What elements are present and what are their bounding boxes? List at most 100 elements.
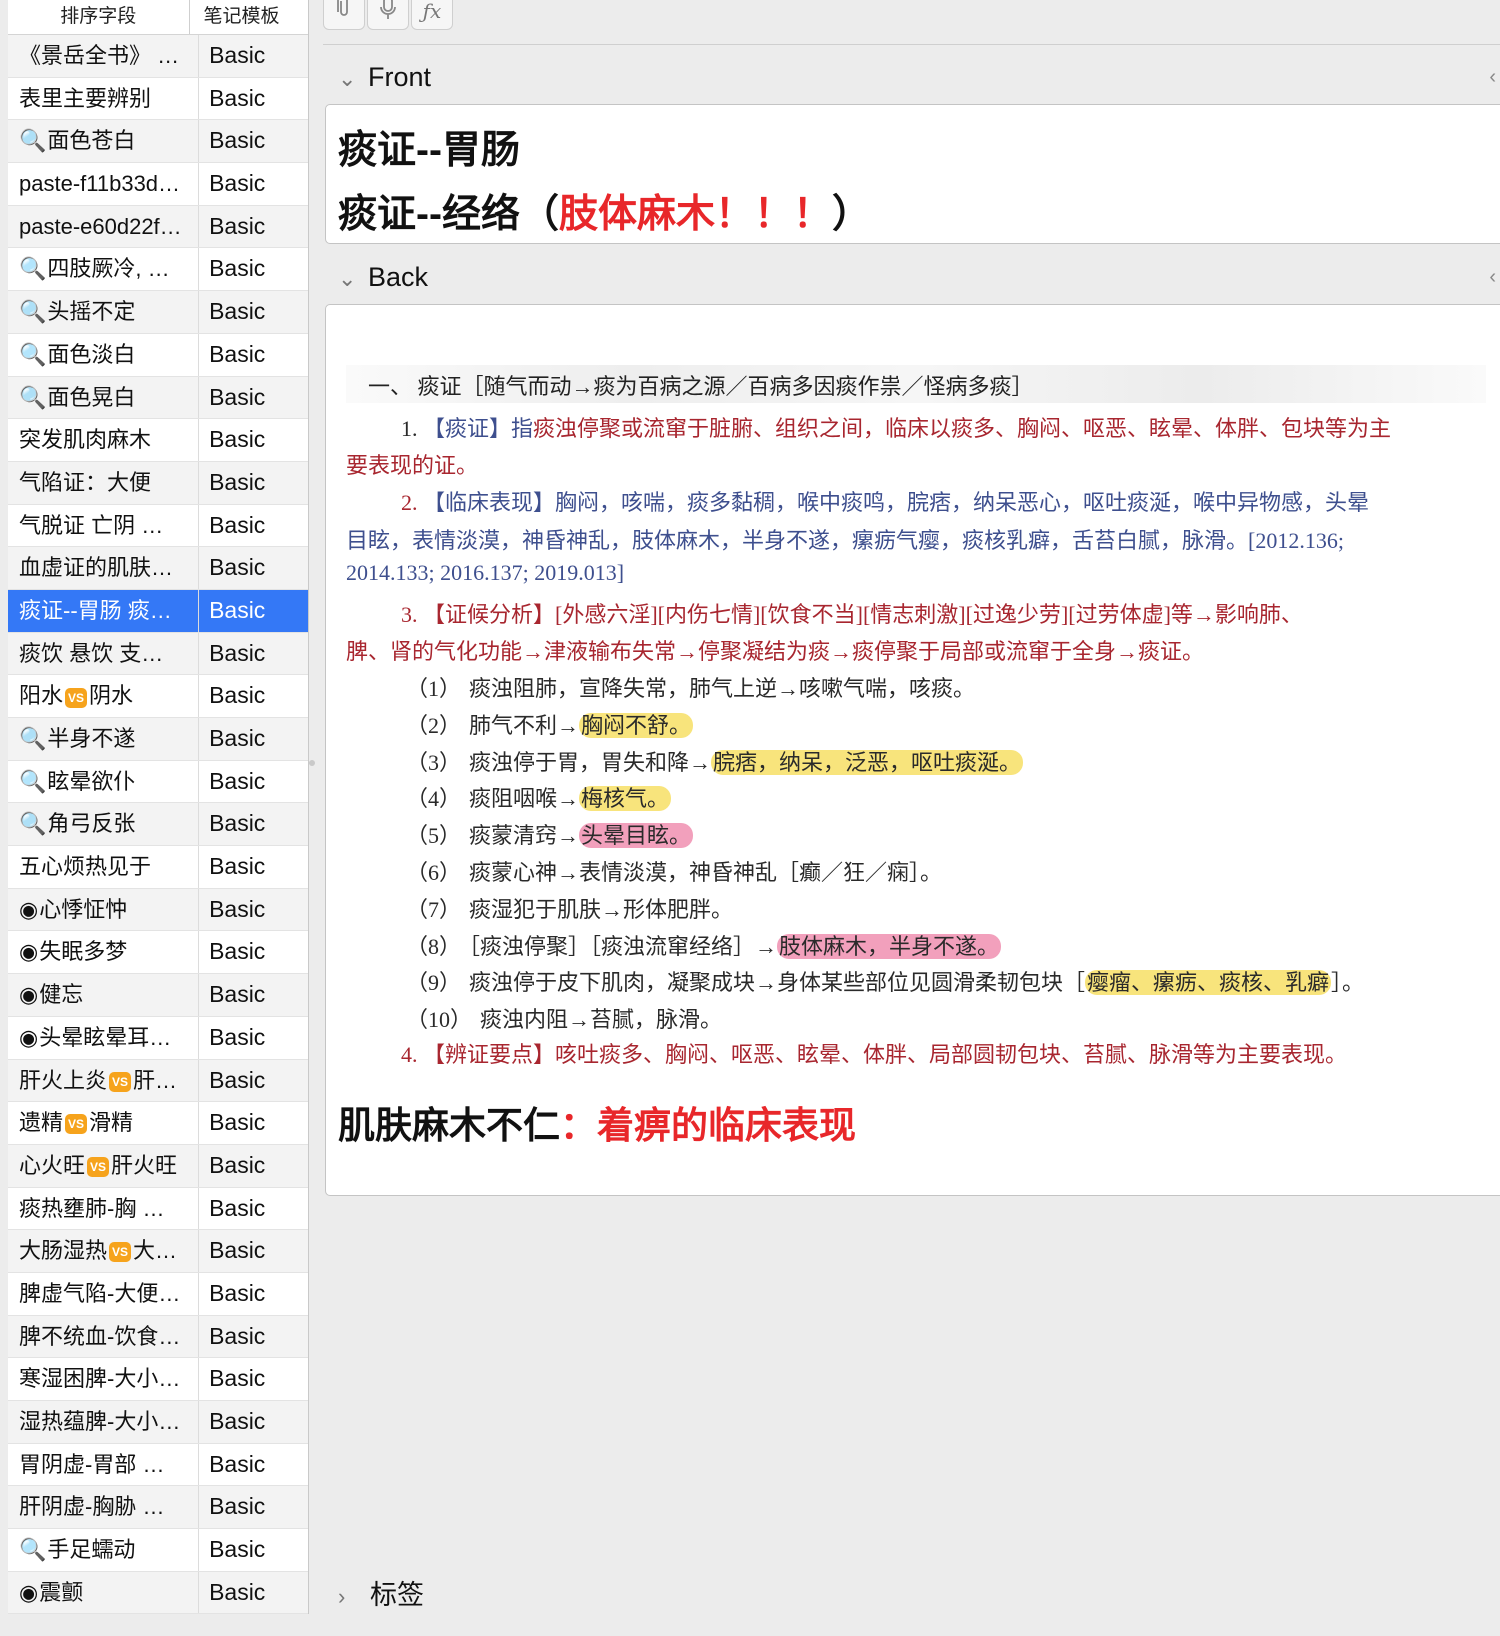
sort-field-cell: 肝火上炎 VS 肝… (8, 1059, 200, 1102)
analysis-item: （4） 痰阻咽喉→梅核气。 (406, 786, 672, 812)
table-row[interactable]: 遗精 VS 滑精 Basic (8, 1102, 308, 1145)
paperclip-icon[interactable] (323, 0, 365, 30)
table-row[interactable]: paste-f11b33d… Basic (8, 163, 308, 206)
table-row[interactable]: 🔍面色晃白 Basic (8, 376, 308, 420)
note-type-cell: Basic (209, 639, 266, 666)
row-label-after: 肝火旺 (111, 1152, 178, 1178)
pane-splitter-handle[interactable] (309, 760, 315, 766)
chevron-down-icon[interactable]: ⌄ (338, 66, 368, 92)
table-row[interactable]: 脾虚气陷-大便… Basic (8, 1272, 308, 1316)
table-row[interactable]: 🔍手足蠕动 Basic (8, 1529, 308, 1572)
magnifier-icon: 🔍 (19, 299, 47, 325)
sort-field-cell: 痰热壅肺-胸 … (8, 1187, 200, 1230)
note-type-cell: Basic (209, 298, 266, 325)
table-row[interactable]: 🔍眩晕欲仆 Basic (8, 760, 308, 804)
row-label: 健忘 (39, 982, 84, 1008)
note-type-cell: Basic (209, 1279, 266, 1306)
sort-field-cell: 痰证--胃肠 痰… (8, 589, 200, 632)
note-type-cell: Basic (209, 1408, 266, 1434)
table-row[interactable]: 痰热壅肺-胸 … Basic (8, 1187, 308, 1231)
chevron-right-icon[interactable]: › (338, 1584, 370, 1610)
table-row[interactable]: 痰饮 悬饮 支… Basic (8, 632, 308, 676)
table-row[interactable]: 肝火上炎 VS 肝… Basic (8, 1059, 308, 1103)
row-label: 眩晕欲仆 (47, 768, 136, 794)
table-row[interactable]: 血虚证的肌肤… Basic (8, 547, 308, 590)
note-type-cell: Basic (209, 1237, 266, 1264)
note-type-cell: Basic (209, 767, 266, 794)
back-field-label[interactable]: ⌄ Back (338, 262, 428, 293)
table-row[interactable]: 寒湿困脾-大小… Basic (8, 1358, 308, 1401)
table-row[interactable]: 🔍头摇不定 Basic (8, 291, 308, 334)
table-row[interactable]: 痰证--胃肠 痰… Basic (8, 589, 308, 633)
table-row[interactable]: 心火旺 VS 肝火旺 Basic (8, 1144, 308, 1188)
tags-section[interactable]: › 标签 (338, 1573, 424, 1612)
table-row[interactable]: ◉失眠多梦 Basic (8, 931, 308, 975)
sort-field-cell: 遗精 VS 滑精 (8, 1102, 200, 1144)
sort-field-cell: 🔍头摇不定 (8, 291, 200, 333)
row-label: 痰证--胃肠 痰… (19, 597, 172, 623)
table-row[interactable]: 肝阴虚-胸胁 … Basic (8, 1486, 308, 1530)
function-icon[interactable]: ƒx (411, 0, 453, 30)
sort-field-cell: ◉失眠多梦 (8, 931, 200, 974)
row-label: 肝火上炎 (19, 1067, 108, 1093)
sort-field-cell: 🔍半身不遂 (8, 718, 200, 760)
sort-field-cell: 突发肌肉麻木 (8, 419, 200, 461)
highlighted-text: 胸闷不舒。 (579, 712, 694, 738)
row-label: 痰热壅肺-胸 … (19, 1195, 165, 1221)
table-row[interactable]: ◉震颤 Basic (8, 1571, 308, 1614)
row-label: 头摇不定 (47, 299, 136, 325)
row-label: paste-f11b33d… (19, 171, 181, 197)
magnifier-icon: 🔍 (19, 384, 47, 410)
list-rows: 《景岳全书》 … Basic 表里主要辨别 Basic 🔍面色苍白 Basic paste-… (8, 35, 308, 1614)
card-list: 排序字段 笔记模板 《景岳全书》 … Basic 表里主要辨别 Basic 🔍面色苍白 B… (8, 0, 309, 1614)
table-row[interactable]: 湿热蕴脾-大小… Basic (8, 1401, 308, 1444)
table-row[interactable]: 🔍面色苍白 Basic (8, 120, 308, 164)
table-row[interactable]: 表里主要辨别 Basic (8, 77, 308, 121)
note-type-cell: Basic (209, 1450, 266, 1477)
table-row[interactable]: 大肠湿热 VS 大… Basic (8, 1230, 308, 1273)
row-label: 胃阴虚-胃部 … (19, 1451, 165, 1477)
row-label: 五心烦热见于 (19, 854, 152, 880)
table-row[interactable]: paste-e60d22f… Basic (8, 205, 308, 249)
table-row[interactable]: 胃阴虚-胃部 … Basic (8, 1443, 308, 1487)
back-field-editor[interactable]: 一、 痰证［随气而动→痰为百病之源／百病多因痰作祟／怪病多痰］ 1. 【痰证】指… (325, 304, 1500, 1196)
table-row[interactable]: ◉头晕眩晕耳… Basic (8, 1016, 308, 1060)
row-label: 角弓反张 (47, 811, 136, 837)
table-row[interactable]: 五心烦热见于 Basic (8, 846, 308, 889)
table-row[interactable]: 突发肌肉麻木 Basic (8, 419, 308, 462)
magnifier-icon: 🔍 (19, 1537, 47, 1563)
table-row[interactable]: 🔍角弓反张 Basic (8, 803, 308, 847)
vs-badge: VS (65, 1114, 88, 1135)
row-label: 面色晃白 (47, 384, 136, 410)
sort-field-cell: 《景岳全书》 … (8, 35, 200, 77)
table-row[interactable]: ◉健忘 Basic (8, 974, 308, 1017)
paragraph-2-refs: 2014.133; 2016.137; 2019.013] (346, 560, 625, 585)
table-row[interactable]: 🔍四肢厥冷, … Basic (8, 248, 308, 292)
table-row[interactable]: 🔍面色淡白 Basic (8, 333, 308, 377)
highlighted-text: 肢体麻木，半身不遂。 (777, 933, 1002, 959)
highlighted-text: 脘痞，纳呆，泛恶，呕吐痰涎。 (711, 749, 1024, 775)
microphone-icon[interactable] (367, 0, 409, 30)
row-label: 心火旺 (19, 1152, 86, 1178)
table-row[interactable]: 🔍半身不遂 Basic (8, 718, 308, 761)
table-row[interactable]: 阳水 VS 阴水 Basic (8, 675, 308, 718)
chevron-down-icon[interactable]: ⌄ (338, 266, 368, 292)
analysis-item: （6） 痰蒙心神→表情淡漠，神昏神乱［癫／狂／痫］。 (406, 860, 943, 885)
table-row[interactable]: 《景岳全书》 … Basic (8, 35, 308, 78)
sort-field-cell: ◉震颤 (8, 1571, 200, 1614)
table-row[interactable]: 气陷证：大便 Basic (8, 461, 308, 505)
table-row[interactable]: 脾不统血-饮食… Basic (8, 1315, 308, 1359)
row-label-after: 滑精 (89, 1110, 134, 1136)
collapse-arrow-icon[interactable]: ‹ (1489, 266, 1496, 289)
column-header-sort-field[interactable]: 排序字段 (8, 0, 190, 34)
table-row[interactable]: ◉心悸怔忡 Basic (8, 888, 308, 932)
front-field-label[interactable]: ⌄ Front (338, 62, 431, 93)
sort-field-cell: 脾不统血-饮食… (8, 1315, 200, 1358)
analysis-item: （2） 肺气不利→胸闷不舒。 (406, 712, 694, 738)
row-label: 震颤 (39, 1579, 84, 1605)
table-row[interactable]: 气脱证 亡阴 … Basic (8, 504, 308, 548)
column-header-note-type[interactable]: 笔记模板 (190, 0, 309, 34)
vs-badge: VS (109, 1242, 132, 1263)
collapse-arrow-icon[interactable]: ‹ (1489, 66, 1496, 89)
front-field-editor[interactable]: 痰证--胃肠 痰证--经络（肢体麻木！！！） (325, 104, 1500, 244)
